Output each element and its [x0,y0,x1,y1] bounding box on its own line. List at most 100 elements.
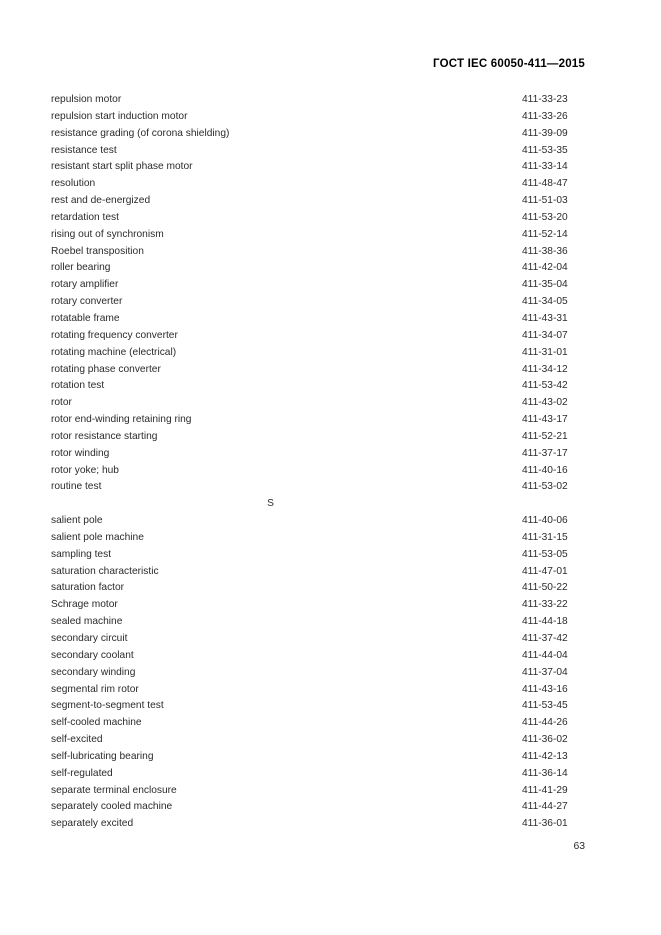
index-entry-term: rotor winding [51,447,110,459]
index-entry-reference: 411-44-04 [522,649,568,661]
index-entry-reference: 411-44-26 [522,717,568,729]
index-entry-term: self-excited [51,734,103,746]
index-entry: rotatable frame 411-43-31 [51,311,585,328]
index-entry: rotor 411-43-02 [51,395,585,412]
index-entry-term: segmental rim rotor [51,683,139,695]
index-entry: secondary winding 411-37-04 [51,665,585,682]
index-entry-reference: 411-53-42 [522,380,568,392]
index-entry-term: secondary coolant [51,649,134,661]
index-entry-term: self-lubricating bearing [51,750,154,762]
index-entry-term: rotor resistance starting [51,430,158,442]
index-entry: sealed machine 411-44-18 [51,614,585,631]
index-entry-reference: 411-33-23 [522,94,568,105]
index-entry-reference: 411-42-04 [522,262,568,274]
alphabetical-index: repulsion motor 411-33-23 repulsion start … [51,92,585,833]
index-entry-term: saturation characteristic [51,565,159,577]
index-entry: secondary circuit 411-37-42 [51,631,585,648]
index-entry-term: rotating phase converter [51,363,161,375]
index-entry: self-excited 411-36-02 [51,732,585,749]
index-entry: separate terminal enclosure 411-41-29 [51,783,585,800]
index-entry-term: resistance grading (of corona shielding) [51,127,230,139]
index-entry-term: separate terminal enclosure [51,784,177,796]
index-entry: salient pole 411-40-06 [51,513,585,530]
index-entry-reference: 411-33-26 [522,110,568,122]
index-entry-term: rotation test [51,380,105,392]
index-entry-term: resistant start split phase motor [51,161,193,173]
index-entry-term: salient pole machine [51,531,144,543]
index-entry-term: secondary winding [51,666,136,678]
index-entry: resistant start split phase motor 411-33-… [51,159,585,176]
index-entry-term: routine test [51,481,102,493]
index-entry: rotor winding 411-37-17 [51,446,585,463]
index-entry-reference: 411-31-01 [522,346,568,358]
index-entry: rotary converter 411-34-05 [51,294,585,311]
index-entry-reference: 411-53-35 [522,144,568,156]
index-entry-term: rotor end-winding retaining ring [51,414,192,426]
index-entry-term: rest and de-energized [51,195,151,207]
index-entry: sampling test 411-53-05 [51,547,585,564]
index-entry: rotor yoke; hub 411-40-16 [51,463,585,480]
index-entry-reference: 411-53-20 [522,211,568,223]
index-entry-reference: 411-52-14 [522,228,568,240]
index-entry: self-lubricating bearing 411-42-13 [51,749,585,766]
index-entry-term: rotating frequency converter [51,329,178,341]
index-entry: Schrage motor 411-33-22 [51,597,585,614]
index-entry-term: rotary amplifier [51,279,119,291]
index-entry-reference: 411-37-17 [522,447,568,459]
index-entry-reference: 411-39-09 [522,127,568,139]
index-entry-reference: 411-31-15 [522,531,568,543]
index-entry-term: self-cooled machine [51,717,142,729]
index-entry-reference: 411-48-47 [522,178,568,190]
index-entry: resolution 411-48-47 [51,176,585,193]
index-entry: resistance test 411-53-35 [51,143,585,160]
index-entry: repulsion start induction motor 411-33-26 [51,109,585,126]
index-entry-term: sampling test [51,548,112,560]
index-entry-reference: 411-34-05 [522,296,568,308]
index-entry-term: resistance test [51,144,117,156]
index-entry-reference: 411-52-21 [522,430,568,442]
index-entry: segment-to-segment test 411-53-45 [51,698,585,715]
index-entry-term: rising out of synchronism [51,228,164,240]
index-entry: salient pole machine 411-31-15 [51,530,585,547]
index-entry-term: rotatable frame [51,312,120,324]
index-entry-term: separately cooled machine [51,801,173,813]
index-entry-reference: 411-34-07 [522,329,568,341]
index-entry-term: rotary converter [51,296,123,308]
index-entry-reference: 411-36-14 [522,767,568,779]
index-entry: retardation test 411-53-20 [51,210,585,227]
index-entry-term: rotor [51,397,72,409]
index-entry-reference: 411-35-04 [522,279,568,291]
index-entry: self-regulated 411-36-14 [51,766,585,783]
index-entry: rotor end-winding retaining ring 411-43-1… [51,412,585,429]
index-entry: resistance grading (of corona shielding)… [51,126,585,143]
index-entry-term: self-regulated [51,767,113,779]
page-number: 63 [573,841,585,852]
index-entry-term: roller bearing [51,262,111,274]
index-entry: rotation test 411-53-42 [51,378,585,395]
index-entry-term: rotor yoke; hub [51,464,119,476]
index-section-letter: S [267,498,274,510]
index-entry: self-cooled machine 411-44-26 [51,715,585,732]
document-page: ГОСТ IEC 60050-411—2015 repulsion motor 4… [0,0,661,935]
index-entry-reference: 411-47-01 [522,565,568,577]
index-entry-reference: 411-37-42 [522,633,568,644]
index-entry: repulsion motor 411-33-23 [51,92,585,109]
index-entry-reference: 411-51-03 [522,195,568,207]
index-entry-term: separately excited [51,818,134,830]
index-entry-term: Roebel transposition [51,245,144,257]
index-entry-reference: 411-44-18 [522,616,568,628]
index-entry-reference: 411-53-02 [522,481,568,493]
index-entry-term: repulsion start induction motor [51,110,188,122]
index-entry: rotating phase converter 411-34-12 [51,362,585,379]
index-entry-reference: 411-36-02 [522,734,568,746]
index-entry-term: salient pole [51,515,103,527]
index-entry: rotary amplifier 411-35-04 [51,277,585,294]
index-entry: secondary coolant 411-44-04 [51,648,585,665]
index-entry-reference: 411-34-12 [522,363,568,375]
index-entry-reference: 411-33-14 [522,161,568,173]
index-entry-reference: 411-40-16 [522,464,568,476]
index-entry-term: secondary circuit [51,633,128,644]
index-entry-reference: 411-44-27 [522,801,568,813]
index-entry-term: repulsion motor [51,94,122,105]
index-entry-reference: 411-33-22 [522,599,568,611]
